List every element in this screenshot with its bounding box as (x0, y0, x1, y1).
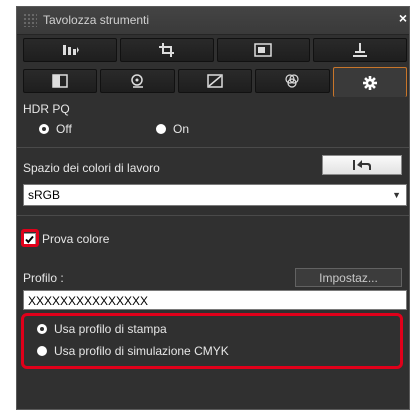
stamp-tool-button[interactable] (313, 38, 407, 62)
brightness-tool-button[interactable] (23, 69, 98, 93)
tone-curve-tool-button[interactable] (23, 38, 117, 62)
radio-selected-icon (39, 124, 49, 134)
hdr-off-radio[interactable]: Off (39, 122, 72, 136)
section-divider (17, 147, 409, 148)
toolbar-row-1 (23, 38, 407, 62)
profile-settings-button[interactable]: Impostaz... (295, 268, 402, 287)
stamp-icon (353, 43, 368, 57)
image-icon (254, 43, 273, 57)
reset-color-space-button[interactable] (322, 155, 402, 175)
hdr-pq-label: HDR PQ (23, 102, 70, 116)
hdr-off-label: Off (56, 122, 72, 136)
image-tool-button[interactable] (216, 38, 311, 62)
curve-tool-button[interactable] (177, 69, 253, 93)
crop-icon (158, 43, 174, 57)
profile-options-highlight-annotation (21, 313, 403, 369)
drag-grip-icon[interactable] (23, 13, 37, 27)
close-button[interactable]: × (399, 10, 407, 26)
crop-tool-button[interactable] (119, 38, 214, 62)
brightness-icon (52, 74, 68, 88)
checkbox-highlight-annotation (21, 229, 39, 247)
zoom-icon (130, 74, 143, 88)
settings-tool-tab[interactable] (332, 67, 408, 97)
tone-curve-icon (62, 45, 79, 55)
color-space-value: sRGB (28, 188, 61, 202)
title-bar[interactable]: Tavolozza strumenti × (17, 7, 409, 35)
curve-icon (207, 74, 223, 88)
reset-arrow-icon (353, 160, 371, 170)
tool-palette-window: Tavolozza strumenti × HDR PQ Off On Spaz… (16, 6, 410, 410)
profile-label: Profilo : (23, 271, 64, 285)
gear-icon (362, 75, 377, 90)
window-title: Tavolozza strumenti (43, 13, 150, 27)
zoom-tool-button[interactable] (100, 69, 175, 93)
color-tool-button[interactable] (255, 69, 330, 93)
hdr-on-label: On (173, 122, 190, 136)
color-space-label: Spazio dei colori di lavoro (23, 161, 160, 175)
radio-unselected-icon (156, 124, 166, 134)
toolbar-row-2 (23, 67, 408, 97)
chevron-down-icon: ▼ (392, 190, 401, 200)
color-space-select[interactable]: sRGB ▼ (23, 184, 407, 206)
proof-color-label: Prova colore (42, 232, 110, 246)
color-icon (285, 74, 300, 88)
hdr-on-radio[interactable]: On (156, 122, 189, 136)
profile-value-field: XXXXXXXXXXXXXXX (23, 290, 407, 310)
section-divider (17, 215, 409, 216)
